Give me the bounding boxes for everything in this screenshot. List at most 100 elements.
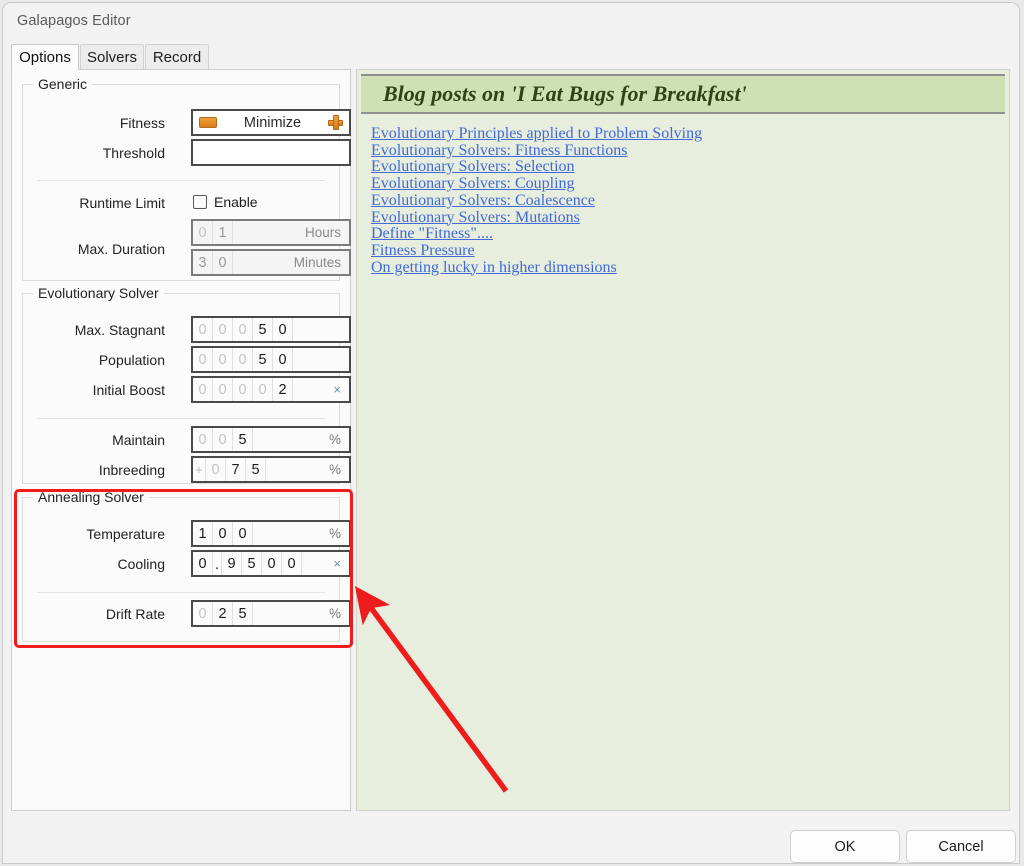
digit-cell[interactable]: 2 [273,378,293,401]
drift-rate-field[interactable]: 0 2 5 % [191,600,351,627]
blog-link[interactable]: On getting lucky in higher dimensions [371,259,999,277]
maintain-label: Maintain [112,432,165,448]
population-row: Population 0 0 0 5 0 [23,346,351,374]
digit-cell[interactable]: 0 [233,522,253,545]
temperature-row: Temperature 1 0 0 % [23,520,351,548]
cooling-field[interactable]: 0 . 9 5 0 0 × [191,550,351,577]
digit-cell[interactable]: 5 [242,552,262,575]
enable-label: Enable [214,194,258,210]
initial-boost-label: Initial Boost [92,382,165,398]
decimal-point-cell: . [213,552,222,575]
cooling-label: Cooling [117,556,165,572]
digit-cell[interactable]: 5 [253,318,273,341]
max-stagnant-field[interactable]: 0 0 0 5 0 [191,316,351,343]
ok-button-label: OK [834,838,856,855]
threshold-input[interactable] [191,139,351,166]
digit-cell[interactable]: 0 [233,378,253,401]
digit-cell[interactable]: 1 [213,221,233,244]
blog-link[interactable]: Define "Fitness".... [371,226,999,243]
blog-link[interactable]: Evolutionary Solvers: Selection [371,159,999,176]
cooling-suffix: × [333,556,341,571]
digit-cell[interactable]: 0 [193,348,213,371]
population-label: Population [98,352,165,368]
digit-cell[interactable]: 0 [213,378,233,401]
digit-cell[interactable]: 0 [193,221,213,244]
drift-rate-row: Drift Rate 0 2 5 % [23,600,351,628]
digit-cell[interactable]: 0 [273,348,293,371]
runtime-limit-checkbox-group[interactable]: Enable [193,194,258,210]
threshold-row: Threshold [23,139,351,167]
threshold-label: Threshold [102,145,165,161]
screen: Galapagos Editor Options Solvers Record … [0,0,1024,866]
title-bar: Galapagos Editor [3,3,1019,39]
digit-cell[interactable]: 0 [213,318,233,341]
blog-panel-title: Blog posts on 'I Eat Bugs for Breakfast' [383,81,747,106]
digit-cell[interactable]: 0 [253,378,273,401]
sign-cell[interactable]: + [193,458,206,481]
runtime-limit-label: Runtime Limit [79,195,165,211]
galapagos-editor-window: Galapagos Editor Options Solvers Record … [2,2,1020,864]
plus-icon[interactable] [328,115,343,130]
digit-cell[interactable]: 2 [213,602,233,625]
temperature-field[interactable]: 1 0 0 % [191,520,351,547]
digit-cell[interactable]: 5 [233,428,253,451]
population-field[interactable]: 0 0 0 5 0 [191,346,351,373]
digit-cell[interactable]: 0 [262,552,282,575]
blog-link[interactable]: Evolutionary Principles applied to Probl… [371,125,999,143]
digit-cell[interactable]: 3 [193,251,213,274]
initial-boost-field[interactable]: 0 0 0 0 2 × [191,376,351,403]
digit-cell[interactable]: 9 [222,552,242,575]
runtime-limit-row: Runtime Limit Enable [23,189,323,217]
digit-cell[interactable]: 0 [213,428,233,451]
blog-link[interactable]: Evolutionary Solvers: Fitness Functions [371,142,999,160]
digit-cell[interactable]: 0 [213,251,233,274]
digit-cell[interactable]: 0 [213,348,233,371]
digit-cell[interactable]: 5 [233,602,253,625]
digit-cell[interactable]: 0 [233,318,253,341]
minus-icon[interactable] [199,117,217,128]
fitness-combo[interactable]: Minimize [191,109,351,136]
digit-cell[interactable]: 1 [193,522,213,545]
max-duration-hours-field[interactable]: 0 1 Hours [191,219,351,246]
digit-cell[interactable]: 0 [193,552,213,575]
digit-cell[interactable]: 0 [233,348,253,371]
inbreeding-suffix: % [328,462,341,477]
temperature-label: Temperature [86,526,165,542]
drift-rate-label: Drift Rate [105,606,165,622]
temperature-suffix: % [328,526,341,541]
digit-cell[interactable]: 0 [193,378,213,401]
digit-cell[interactable]: 0 [213,522,233,545]
maintain-field[interactable]: 0 0 5 % [191,426,351,453]
enable-checkbox[interactable] [193,195,207,209]
cancel-button-label: Cancel [938,838,984,855]
tab-options[interactable]: Options [11,44,79,70]
digit-cell[interactable]: 0 [282,552,302,575]
digit-cell[interactable]: 5 [246,458,266,481]
minutes-suffix: Minutes [293,255,341,270]
generic-group-title: Generic [33,76,93,92]
ok-button[interactable]: OK [790,830,900,863]
max-duration-minutes-field[interactable]: 3 0 Minutes [191,249,351,276]
tab-options-label: Options [19,49,71,66]
max-duration-row: Max. Duration 0 1 Hours 3 0 Minutes [23,219,351,277]
inbreeding-row: Inbreeding + 0 7 5 % [23,456,351,484]
tab-record[interactable]: Record [145,44,209,70]
generic-group: Generic Fitness Minimize Threshold Runti… [22,76,351,281]
inbreeding-field[interactable]: + 0 7 5 % [191,456,351,483]
blog-link[interactable]: Fitness Pressure [371,242,999,260]
digit-cell[interactable]: 0 [193,428,213,451]
digit-cell[interactable]: 0 [193,318,213,341]
digit-cell[interactable]: 0 [273,318,293,341]
fitness-row: Fitness Minimize [23,109,351,137]
digit-cell[interactable]: 7 [226,458,246,481]
digit-cell[interactable]: 0 [206,458,226,481]
blog-link[interactable]: Evolutionary Solvers: Mutations [371,209,999,227]
cancel-button[interactable]: Cancel [906,830,1016,863]
blog-link[interactable]: Evolutionary Solvers: Coalescence [371,192,999,210]
cooling-row: Cooling 0 . 9 5 0 0 × [23,550,351,578]
blog-link[interactable]: Evolutionary Solvers: Coupling [371,175,999,193]
digit-cell[interactable]: 5 [253,348,273,371]
max-stagnant-row: Max. Stagnant 0 0 0 5 0 [23,316,351,344]
tab-solvers[interactable]: Solvers [80,44,144,70]
digit-cell[interactable]: 0 [193,602,213,625]
